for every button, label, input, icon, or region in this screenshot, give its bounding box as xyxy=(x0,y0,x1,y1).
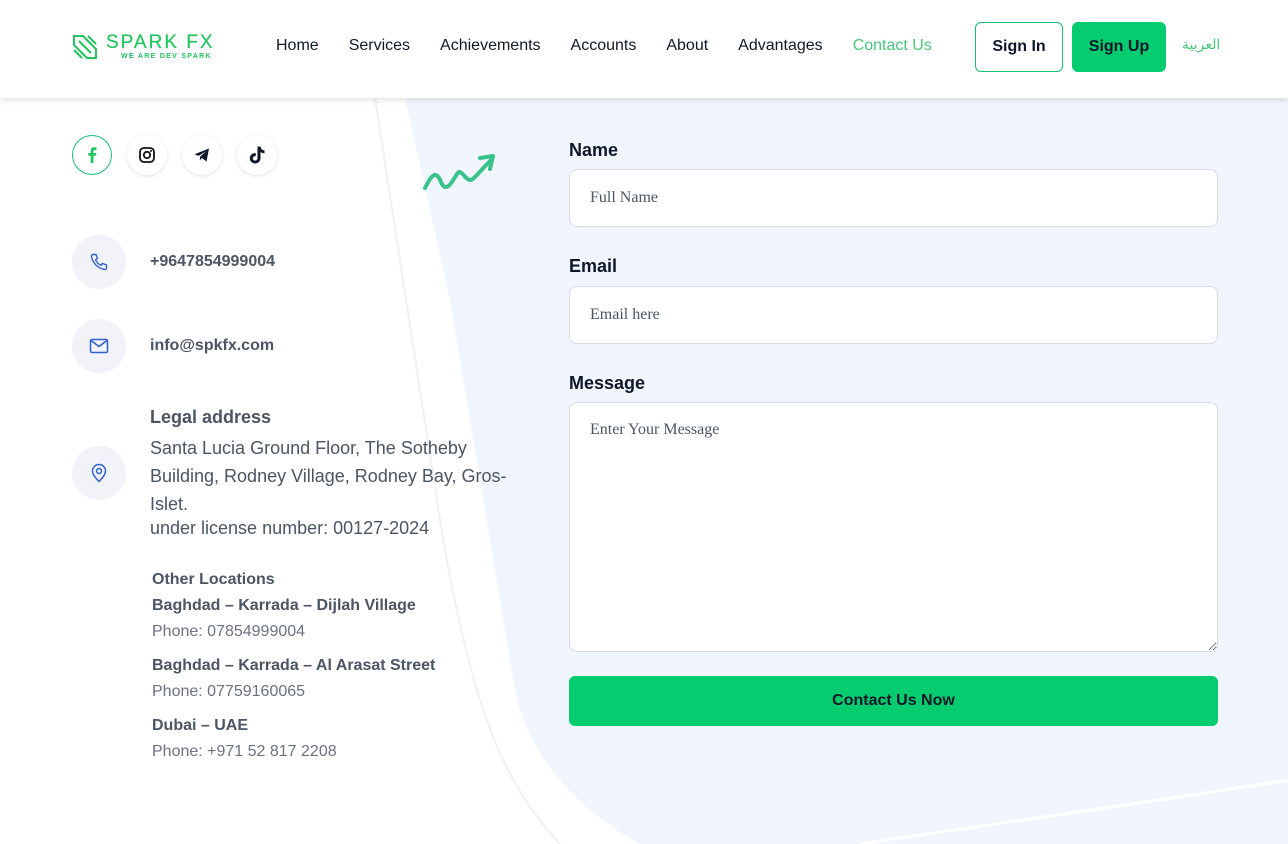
nav-services[interactable]: Services xyxy=(349,37,410,55)
contact-email[interactable]: info@spkfx.com xyxy=(150,337,274,355)
phone-icon xyxy=(90,253,108,271)
brand-name: SPARK FX xyxy=(106,32,215,53)
sign-up-button[interactable]: Sign Up xyxy=(1072,22,1166,72)
sign-in-button[interactable]: Sign In xyxy=(975,22,1063,72)
brand-logo[interactable]: SPARK FX WE ARE DEV SPARK xyxy=(72,33,215,60)
language-switch[interactable]: العربية xyxy=(1182,37,1220,53)
address-badge xyxy=(72,446,126,500)
other-locations-title: Other Locations xyxy=(152,571,275,588)
facebook-icon xyxy=(88,147,97,163)
phone-badge xyxy=(72,235,126,289)
location-phone: Phone: +971 52 817 2208 xyxy=(152,743,337,760)
main-nav: Home Services Achievements Accounts Abou… xyxy=(276,37,962,55)
email-badge xyxy=(72,319,126,373)
legal-address-title: Legal address xyxy=(150,407,272,427)
location-name: Dubai – UAE xyxy=(152,717,249,734)
instagram-icon xyxy=(139,147,155,163)
contact-page: SPARK FX WE ARE DEV SPARK Home Services … xyxy=(0,0,1288,844)
name-input[interactable] xyxy=(569,169,1218,227)
tiktok-icon xyxy=(249,146,265,164)
message-textarea[interactable] xyxy=(569,402,1218,652)
telegram-link[interactable] xyxy=(182,135,222,175)
brand-tagline: WE ARE DEV SPARK xyxy=(121,53,212,60)
location-name: Baghdad – Karrada – Al Arasat Street xyxy=(152,657,436,674)
location-pin-icon xyxy=(91,463,107,483)
telegram-icon xyxy=(194,148,209,162)
email-label: Email xyxy=(569,256,618,276)
name-label: Name xyxy=(569,140,619,160)
location-phone: Phone: 07854999004 xyxy=(152,623,306,640)
instagram-link[interactable] xyxy=(127,135,167,175)
mail-icon xyxy=(89,338,109,354)
nav-home[interactable]: Home xyxy=(276,37,319,55)
nav-contact-us[interactable]: Contact Us xyxy=(853,37,932,55)
site-header: SPARK FX WE ARE DEV SPARK Home Services … xyxy=(0,0,1288,98)
contact-submit-button[interactable]: Contact Us Now xyxy=(569,676,1218,726)
location-name: Baghdad – Karrada – Dijlah Village xyxy=(152,597,416,614)
message-label: Message xyxy=(569,373,646,393)
license-number: under license number: 00127-2024 xyxy=(150,518,430,538)
facebook-link[interactable] xyxy=(72,135,112,175)
tiktok-link[interactable] xyxy=(237,135,277,175)
contact-phone[interactable]: +9647854999004 xyxy=(150,253,275,271)
location-phone: Phone: 07759160065 xyxy=(152,683,306,700)
nav-achievements[interactable]: Achievements xyxy=(440,37,541,55)
email-input[interactable] xyxy=(569,286,1218,344)
legal-address: Santa Lucia Ground Floor, The Sotheby Bu… xyxy=(150,438,507,514)
spark-logo-icon xyxy=(73,34,97,59)
nav-advantages[interactable]: Advantages xyxy=(738,37,823,55)
nav-accounts[interactable]: Accounts xyxy=(571,37,637,55)
trend-arrow-icon xyxy=(423,154,495,190)
nav-about[interactable]: About xyxy=(666,37,708,55)
